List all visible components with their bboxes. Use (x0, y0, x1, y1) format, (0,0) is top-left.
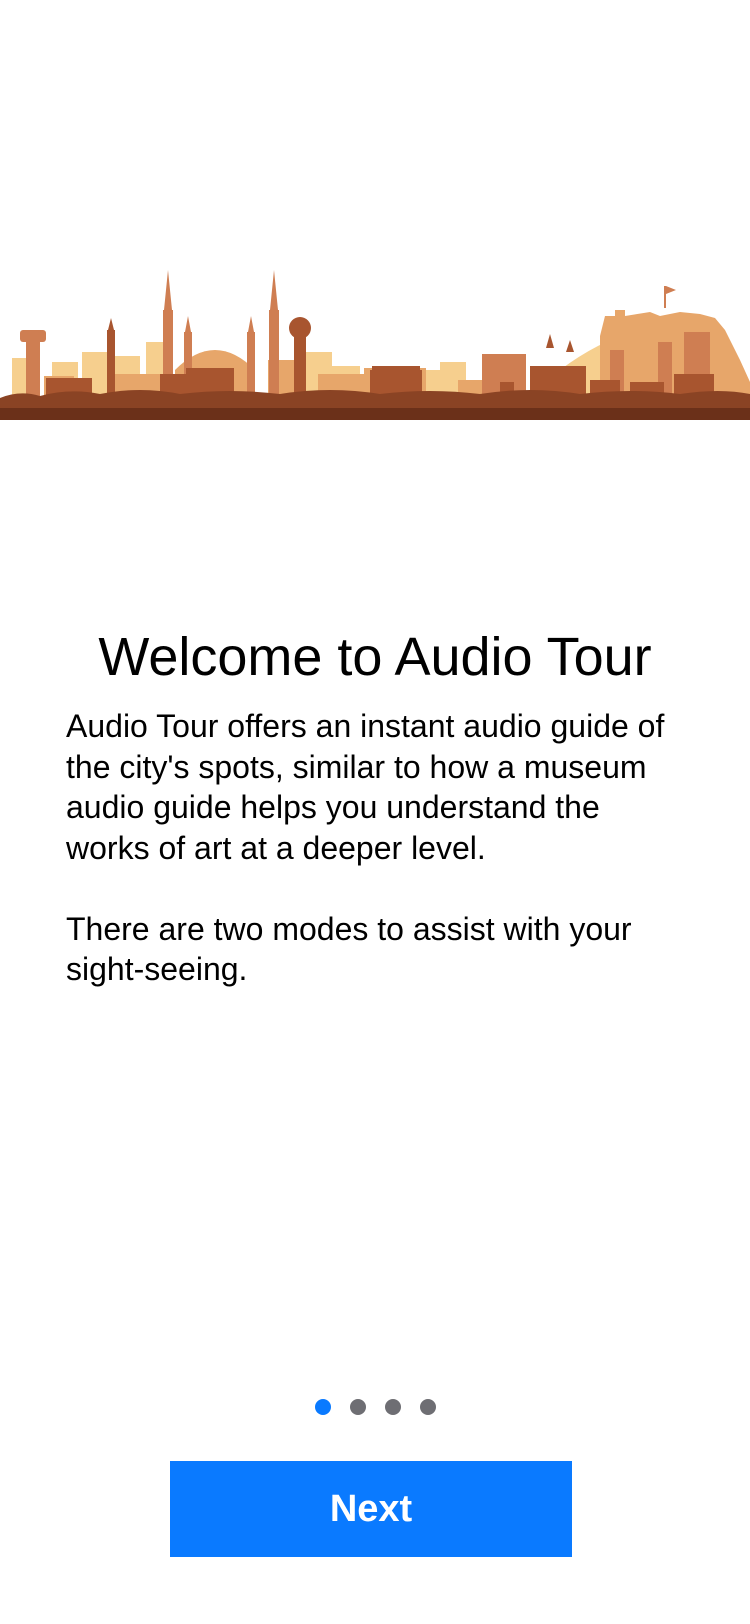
city-skyline-illustration (0, 270, 750, 440)
page-dot-1[interactable] (314, 1399, 331, 1415)
page-dot-3[interactable] (384, 1399, 401, 1415)
page-title: Welcome to Audio Tour (98, 627, 652, 687)
page-dot-4[interactable] (419, 1399, 436, 1415)
description: Audio Tour offers an instant audio guide… (66, 706, 692, 990)
page-indicator[interactable] (0, 1399, 750, 1415)
description-paragraph-2: There are two modes to assist with your … (66, 910, 632, 988)
next-button[interactable]: Next (170, 1461, 572, 1557)
description-paragraph-1: Audio Tour offers an instant audio guide… (66, 708, 665, 866)
page-dot-2[interactable] (349, 1399, 366, 1415)
